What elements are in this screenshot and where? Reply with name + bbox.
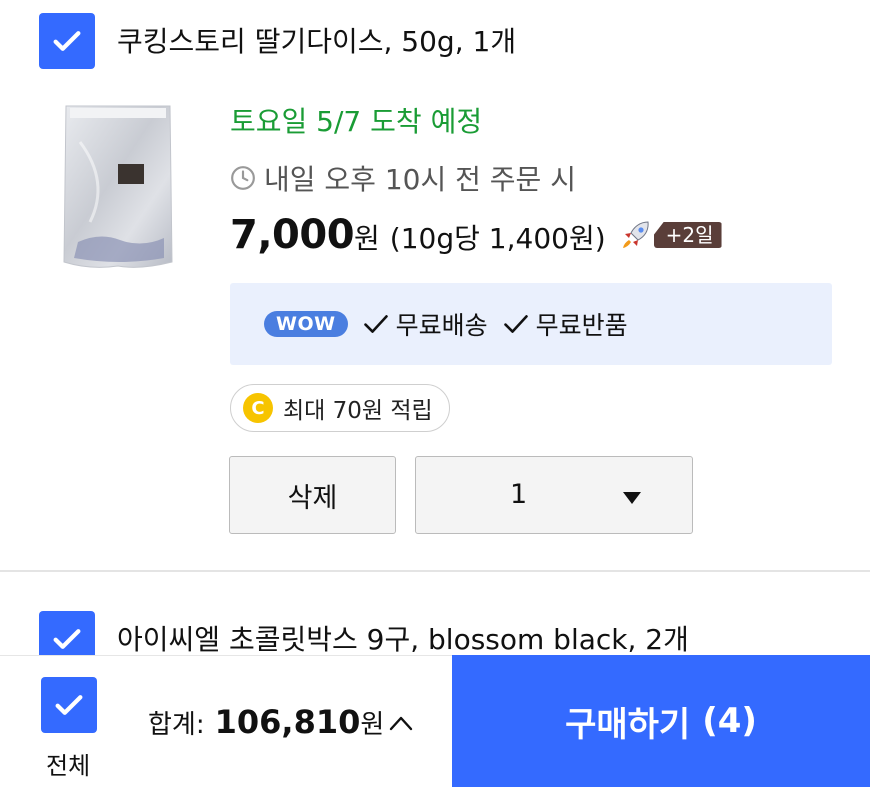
benefit-label: 무료반품: [535, 311, 628, 340]
item-checkbox[interactable]: [39, 13, 95, 69]
order-deadline: 내일 오후 10시 전 주문 시: [230, 158, 576, 198]
coin-icon: C: [243, 393, 273, 423]
item-title[interactable]: 아이씨엘 초콜릿박스 9구, blossom black, 2개: [117, 618, 689, 658]
delivery-days-badge: +2일: [653, 222, 722, 248]
price-unit: 원: [354, 222, 380, 255]
order-deadline-text: 내일 오후 10시 전 주문 시: [264, 163, 576, 196]
unit-price: (10g당 1,400원): [389, 222, 606, 255]
checkmark-icon: [53, 31, 81, 51]
item-title[interactable]: 쿠킹스토리 딸기다이스, 50g, 1개: [117, 20, 516, 60]
delete-button[interactable]: 삭제: [229, 456, 396, 534]
select-all-checkbox[interactable]: [41, 677, 97, 733]
benefit-free-shipping: 무료배송: [362, 306, 488, 342]
buy-button[interactable]: 구매하기 (4): [452, 655, 870, 787]
rocket-icon: [622, 221, 649, 248]
select-all-label: 전체: [46, 752, 91, 780]
cash-reward-text: 최대 70원 적립: [283, 398, 433, 424]
checkmark-icon: [55, 695, 83, 715]
quantity-value: 1: [510, 479, 528, 510]
benefit-free-return: 무료반품: [502, 306, 628, 342]
buy-count: (4): [702, 701, 757, 741]
caret-down-icon: [623, 492, 641, 504]
clock-icon: [231, 166, 255, 190]
check-icon: [363, 315, 388, 333]
arrival-date: 토요일 5/7 도착 예정: [230, 105, 483, 138]
total-amount: 106,810: [214, 703, 361, 741]
quantity-select[interactable]: 1: [415, 456, 693, 534]
total-summary[interactable]: 합계: 106,810 원: [148, 703, 414, 741]
total-unit: 원: [360, 710, 385, 740]
product-image[interactable]: [60, 102, 176, 272]
price-row: 7,000 원 (10g당 1,400원) +2일: [230, 212, 722, 258]
checkmark-icon: [53, 629, 81, 649]
cash-reward-badge: C 최대 70원 적립: [230, 384, 450, 432]
item-divider: [0, 570, 870, 572]
benefit-box: WOW 무료배송 무료반품: [230, 283, 832, 365]
chevron-up-icon[interactable]: [388, 713, 414, 733]
price-amount: 7,000: [230, 212, 355, 258]
benefit-label: 무료배송: [395, 311, 488, 340]
buy-button-label: 구매하기: [565, 704, 691, 745]
total-label: 합계:: [148, 710, 205, 740]
wow-badge: WOW: [264, 311, 348, 337]
check-icon: [503, 315, 528, 333]
